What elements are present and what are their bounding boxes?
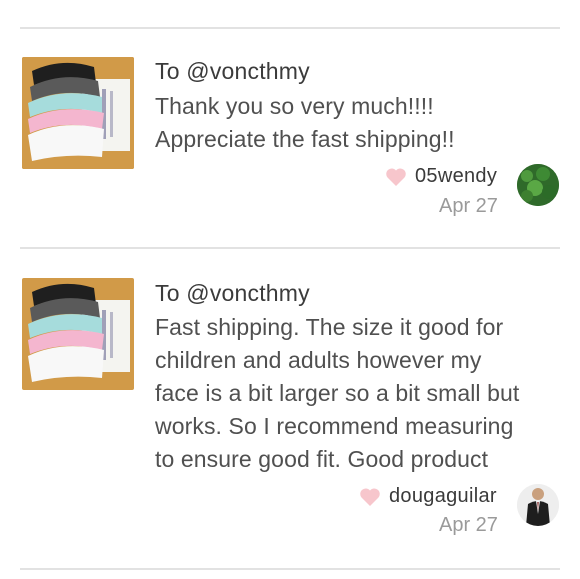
product-thumbnail[interactable] xyxy=(22,57,134,169)
author-username[interactable]: dougaguilar xyxy=(389,485,497,508)
message-line: to ensure good fit. Good product xyxy=(155,446,489,472)
message-line: Fast shipping. The size it good for xyxy=(155,314,504,340)
message-line: face is a bit larger so a bit small but xyxy=(155,380,520,406)
review-feed: To @voncthmy Thank you so very much!!!! … xyxy=(0,0,580,579)
message-line: Thank you so very much!!!! xyxy=(155,93,434,119)
review-date: Apr 27 xyxy=(439,514,498,536)
author-avatar[interactable] xyxy=(517,484,559,526)
message-line: children and adults however my xyxy=(155,347,482,373)
divider xyxy=(20,247,560,249)
divider xyxy=(20,27,560,29)
author-row: 05wendy xyxy=(385,165,497,188)
grass-avatar-icon xyxy=(517,164,559,206)
masks-product-photo xyxy=(22,278,134,390)
author-username[interactable]: 05wendy xyxy=(415,165,497,188)
product-thumbnail[interactable] xyxy=(22,278,134,390)
heart-icon[interactable] xyxy=(359,487,381,507)
masks-product-photo xyxy=(22,57,134,169)
author-avatar[interactable] xyxy=(517,164,559,206)
recipient-line: To @voncthmy xyxy=(155,280,310,306)
recipient-line: To @voncthmy xyxy=(155,58,310,84)
divider xyxy=(20,568,560,570)
author-row: dougaguilar xyxy=(359,485,497,508)
review-message: Fast shipping. The size it good for chil… xyxy=(155,311,565,476)
message-line: Appreciate the fast shipping!! xyxy=(155,126,455,152)
man-in-suit-avatar-icon xyxy=(517,484,559,526)
heart-icon[interactable] xyxy=(385,167,407,187)
message-line: works. So I recommend measuring xyxy=(155,413,514,439)
review-date: Apr 27 xyxy=(439,195,498,217)
review-message: Thank you so very much!!!! Appreciate th… xyxy=(155,90,565,156)
